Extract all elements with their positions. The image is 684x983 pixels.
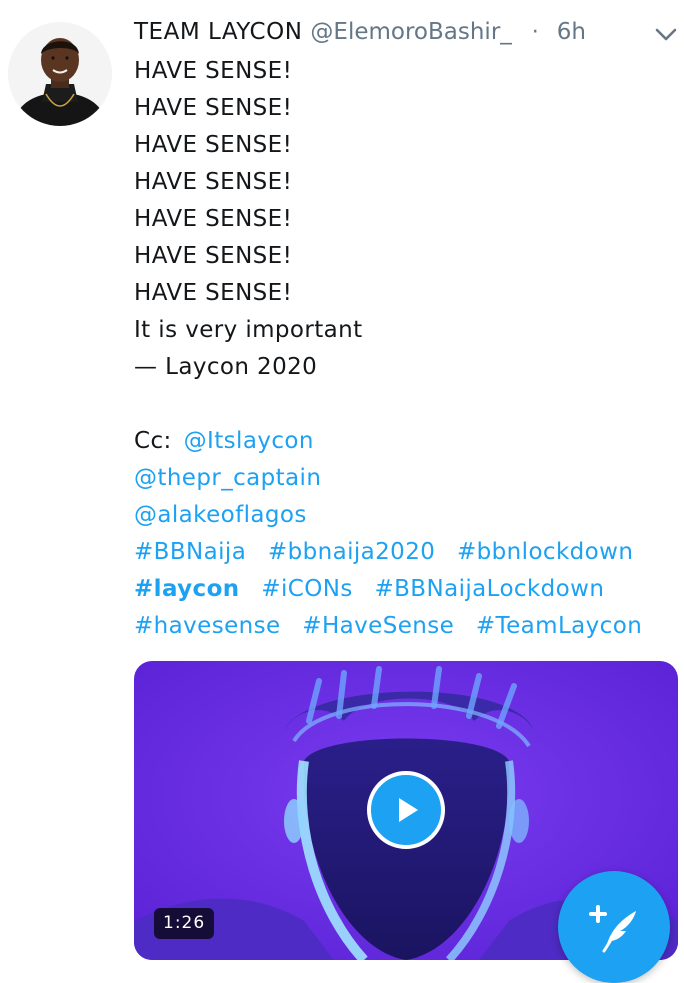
tweet[interactable]: TEAM LAYCON @ElemoroBashir_ · 6h HAVE SE…: [0, 0, 684, 983]
hashtag-link[interactable]: #TeamLaycon: [476, 613, 642, 639]
mention-line: @thepr_captain: [134, 460, 674, 497]
tweet-line: HAVE SENSE!: [134, 58, 293, 84]
chevron-down-icon[interactable]: [652, 24, 680, 46]
display-name[interactable]: TEAM LAYCON: [134, 19, 302, 45]
timestamp[interactable]: 6h: [557, 19, 586, 45]
cc-line: Cc: @Itslaycon: [134, 423, 674, 460]
tweet-header: TEAM LAYCON @ElemoroBashir_ · 6h: [134, 14, 586, 50]
hashtag-line: #havesense #HaveSense #TeamLaycon: [134, 608, 674, 645]
hashtag-link[interactable]: #BBNaijaLockdown: [374, 576, 604, 602]
hashtag-line: #laycon #iCONs #BBNaijaLockdown: [134, 571, 674, 608]
hashtag-link[interactable]: #HaveSense: [302, 613, 454, 639]
hashtag-link[interactable]: #iCONs: [261, 576, 352, 602]
mention-link[interactable]: @Itslaycon: [184, 428, 314, 454]
hashtag-link[interactable]: #bbnlockdown: [457, 539, 633, 565]
separator-dot: ·: [531, 19, 539, 45]
compose-tweet-button[interactable]: [558, 871, 670, 983]
mention-link[interactable]: @alakeoflagos: [134, 502, 307, 528]
tweet-line: It is very important: [134, 317, 363, 343]
mention-link[interactable]: @thepr_captain: [134, 465, 321, 491]
tweet-line: HAVE SENSE!: [134, 280, 293, 306]
tweet-line: HAVE SENSE!: [134, 206, 293, 232]
tweet-text: HAVE SENSE! HAVE SENSE! HAVE SENSE! HAVE…: [134, 53, 674, 645]
compose-tweet-icon: [589, 905, 636, 953]
play-icon: [399, 798, 418, 822]
hashtag-line: #BBNaija #bbnaija2020 #bbnlockdown: [134, 534, 674, 571]
hashtag-link[interactable]: #havesense: [134, 613, 281, 639]
play-button[interactable]: [367, 771, 445, 849]
tweet-line: HAVE SENSE!: [134, 169, 293, 195]
tweet-line: HAVE SENSE!: [134, 132, 293, 158]
hashtag-link[interactable]: #BBNaija: [134, 539, 246, 565]
cc-label: Cc:: [134, 428, 172, 454]
tweet-line: — Laycon 2020: [134, 354, 318, 380]
video-duration: 1:26: [154, 908, 215, 939]
tweet-line: HAVE SENSE!: [134, 95, 293, 121]
tweet-line: HAVE SENSE!: [134, 243, 293, 269]
user-handle[interactable]: @ElemoroBashir_: [310, 19, 511, 45]
hashtag-link[interactable]: #bbnaija2020: [268, 539, 435, 565]
hashtag-link[interactable]: #laycon: [134, 576, 240, 602]
avatar[interactable]: [8, 22, 112, 126]
mention-line: @alakeoflagos: [134, 497, 674, 534]
